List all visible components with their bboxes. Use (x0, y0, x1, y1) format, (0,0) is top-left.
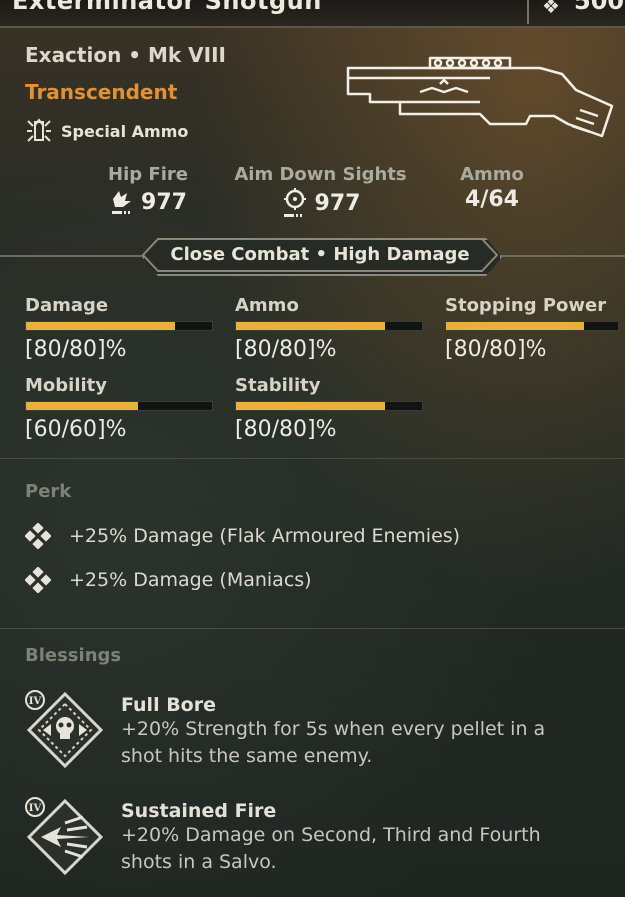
stat-label: Ammo (235, 295, 299, 316)
cost-value: 500 (574, 0, 625, 15)
title-divider (527, 0, 529, 24)
skull-diamond-icon: IV (25, 690, 104, 769)
rarity-label: Transcendent (25, 80, 178, 104)
hip-fire-stat: Hip Fire 977 (98, 164, 198, 217)
currency-icon: ❖ (542, 0, 560, 18)
ammo-type-label: Special Ammo (61, 121, 189, 141)
stat-label: Stopping Power (445, 295, 607, 316)
stat-label: Mobility (25, 375, 108, 396)
burst-arrows-icon: IV (25, 797, 104, 876)
stat-mobility: Mobility [60/60]% (25, 375, 213, 442)
stat-value: [80/80]% (235, 337, 337, 362)
blessing-description: +20% Damage on Second, Third and Fourth … (121, 824, 541, 873)
stat-stability: Stability [80/80]% (235, 375, 423, 442)
stat-damage: Damage [80/80]% (25, 295, 213, 362)
ads-label: Aim Down Sights (234, 164, 407, 185)
title-bar: Exterminator Shotgun ❖ 500 (0, 0, 625, 28)
blessings-section-title: Blessings (25, 645, 122, 666)
stat-bar-fill (236, 402, 385, 410)
stat-bar (25, 401, 213, 411)
stat-label: Damage (25, 295, 109, 316)
hip-fire-icon (112, 191, 132, 214)
stat-bar (445, 321, 619, 331)
hip-fire-value: 977 (141, 189, 187, 215)
blessing-description: +20% Strength for 5s when every pellet i… (121, 718, 546, 767)
blessing-name: Full Bore (121, 694, 216, 716)
stat-value: [80/80]% (25, 337, 127, 362)
stat-stopping-power: Stopping Power [80/80]% (445, 295, 619, 362)
stat-value: [80/80]% (235, 417, 337, 442)
ads-stat: Aim Down Sights 977 (228, 164, 413, 219)
perk-diamond-icon (25, 523, 51, 549)
blessing-tier: IV (29, 696, 42, 707)
blessing-tier: IV (29, 803, 42, 814)
stat-label: Stability (235, 375, 321, 396)
stat-bar (235, 401, 423, 411)
perk-text: +25% Damage (Flak Armoured Enemies) (69, 525, 461, 547)
stat-bar (235, 321, 423, 331)
stat-bar-fill (446, 322, 584, 330)
stat-bar-fill (26, 322, 175, 330)
stat-bar-fill (26, 402, 138, 410)
stat-bar (25, 321, 213, 331)
crosshair-icon (283, 188, 306, 217)
section-divider (0, 458, 625, 459)
perk-section-title: Perk (25, 481, 72, 502)
stat-ammo: Ammo [80/80]% (235, 295, 423, 362)
ammo-label: Ammo (460, 164, 524, 185)
perk-item: +25% Damage (Maniacs) (25, 567, 312, 593)
stat-value: [60/60]% (25, 417, 127, 442)
ads-value: 977 (314, 190, 361, 216)
weapon-family-mark: Exaction • Mk VIII (25, 43, 226, 67)
ammo-stat: Ammo 4/64 (452, 164, 532, 212)
special-ammo-icon (27, 118, 51, 142)
weapon-illustration (346, 56, 614, 138)
stat-value: [80/80]% (445, 337, 547, 362)
weapon-class-banner: Close Combat • High Damage (170, 244, 470, 265)
perk-item: +25% Damage (Flak Armoured Enemies) (25, 523, 460, 549)
section-divider (0, 628, 625, 629)
hip-fire-label: Hip Fire (108, 164, 188, 185)
weapon-title: Exterminator Shotgun (12, 0, 322, 15)
stat-bar-fill (236, 322, 385, 330)
ammo-value: 4/64 (465, 187, 519, 212)
blessing-name: Sustained Fire (121, 800, 277, 822)
perk-diamond-icon (25, 567, 51, 593)
ammo-type: Special Ammo (25, 117, 188, 145)
perk-text: +25% Damage (Maniacs) (69, 569, 312, 591)
